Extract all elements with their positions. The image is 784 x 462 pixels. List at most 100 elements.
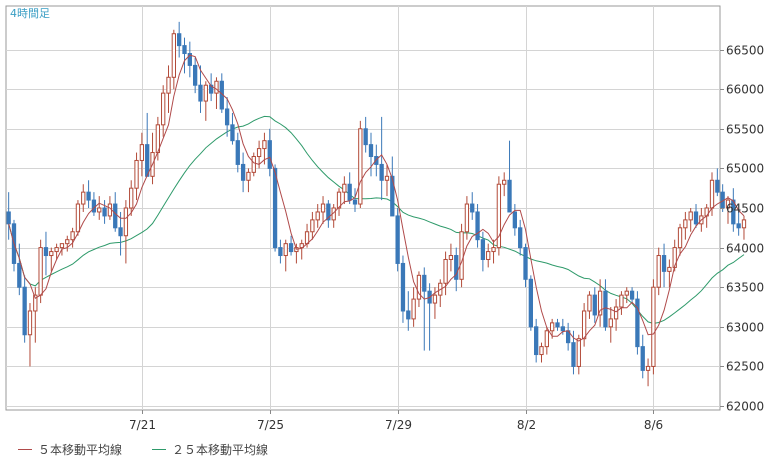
candle-body-down	[230, 124, 235, 142]
candle-body-down	[278, 247, 283, 257]
candle-body-up	[709, 179, 715, 209]
candle-body-up	[97, 207, 102, 213]
candle-body-down	[528, 278, 533, 328]
candle-body-up	[310, 219, 315, 233]
candle-body-up	[81, 191, 86, 205]
candle-body-up	[613, 306, 619, 320]
ma5-swatch	[18, 449, 32, 450]
candle-body-up	[502, 179, 507, 185]
y-axis: 62000 62500 63000 63500 64000 64500 65000 65500…	[720, 44, 764, 414]
candle-body-down	[145, 144, 150, 177]
candle-body-down	[288, 243, 294, 253]
candle-body-up	[342, 183, 347, 193]
candle-body-up	[65, 239, 70, 245]
candle-body-up	[608, 318, 613, 328]
candle-body-up	[320, 203, 326, 213]
candle-body-down	[352, 199, 358, 205]
candle	[651, 279, 656, 375]
candle-body-up	[161, 92, 166, 126]
candle-body-down	[534, 326, 539, 356]
candle-body-down	[422, 274, 427, 292]
candle-body-up	[59, 243, 65, 249]
candle-body-down	[736, 223, 741, 229]
y-tick-label: 66500	[726, 44, 764, 58]
candle-body-down	[507, 179, 512, 213]
candle-body-down	[86, 191, 91, 201]
candle	[395, 208, 400, 272]
legend-label-ma5: ５本移動平均線	[38, 443, 123, 457]
candle-body-up	[315, 211, 320, 221]
candle-body-up	[741, 219, 747, 229]
legend-item-ma25: ２５本移動平均線	[152, 441, 268, 458]
candle-body-down	[17, 262, 22, 288]
candle-body-up	[283, 243, 288, 257]
candle-body-down	[555, 322, 560, 328]
candle-body-up	[645, 365, 651, 371]
y-tick-label: 62000	[726, 400, 764, 414]
candle-body-down	[91, 199, 97, 213]
candle-body-down	[406, 310, 411, 320]
candle-body-down	[518, 227, 523, 249]
candle-body-down	[368, 144, 374, 158]
candle-body-down	[560, 326, 565, 332]
candle-body-down	[523, 247, 528, 280]
candle-body-down	[571, 342, 576, 367]
candle-body-down	[22, 286, 27, 336]
y-tick-label: 62500	[726, 360, 764, 374]
candle-body-down	[235, 140, 240, 165]
candle-body-up	[651, 286, 656, 367]
candle-body-up	[256, 148, 262, 158]
candle-body-up	[624, 290, 629, 296]
candle-body-down	[470, 203, 475, 213]
candle-body-up	[688, 211, 693, 221]
candle-body-down	[102, 207, 107, 217]
y-tick-label: 65500	[726, 123, 764, 137]
candle-body-up	[134, 159, 139, 189]
candle-body-up	[54, 247, 59, 253]
candle-body-up	[139, 144, 145, 161]
candle-body-up	[539, 346, 544, 356]
legend: ５本移動平均線 ２５本移動平均線	[0, 432, 784, 462]
candle-body-up	[448, 255, 454, 260]
candle-body-up	[246, 171, 251, 181]
candle-body-up	[683, 219, 688, 229]
candle-body-down	[592, 294, 597, 316]
candle	[251, 152, 256, 177]
chart-title: 4時間足	[10, 7, 50, 20]
candle-body-up	[464, 203, 470, 233]
candle-body-up	[262, 140, 267, 150]
candle-body-down	[43, 247, 49, 257]
candle-body-up	[486, 251, 491, 260]
candle-body-up	[171, 33, 176, 78]
candle-body-up	[656, 255, 661, 288]
candle-body-down	[475, 211, 480, 241]
candle-body-up	[550, 322, 555, 332]
candle-body-up	[38, 247, 43, 296]
candle-body-down	[193, 64, 198, 86]
candle-body-down	[182, 45, 187, 55]
candle-body-down	[224, 108, 230, 126]
candle-body-up	[667, 266, 672, 272]
candle-body-down	[480, 239, 486, 260]
candle-body-down	[6, 211, 11, 225]
candle-body-up	[411, 298, 416, 320]
y-tick-label: 63000	[726, 321, 764, 335]
ma25-swatch	[152, 449, 166, 450]
candle-body-down	[379, 163, 384, 181]
candle-body-down	[693, 211, 699, 225]
chart-canvas: 62000 62500 63000 63500 64000 64500 65000 65500…	[5, 5, 764, 432]
candle-body-up	[581, 310, 587, 340]
candle	[741, 215, 747, 240]
candle-body-up	[49, 251, 54, 257]
candle-body-down	[177, 33, 182, 47]
y-tick-label: 66000	[726, 83, 764, 97]
candle	[736, 211, 741, 236]
legend-label-ma25: ２５本移動平均線	[172, 443, 269, 457]
candle-body-up	[203, 84, 208, 102]
candle-body-up	[443, 258, 448, 284]
candle	[635, 291, 640, 355]
candle-body-down	[267, 140, 272, 169]
candle-body-up	[214, 80, 219, 94]
candle-body-up	[166, 76, 171, 94]
candle-body-up	[358, 128, 363, 205]
